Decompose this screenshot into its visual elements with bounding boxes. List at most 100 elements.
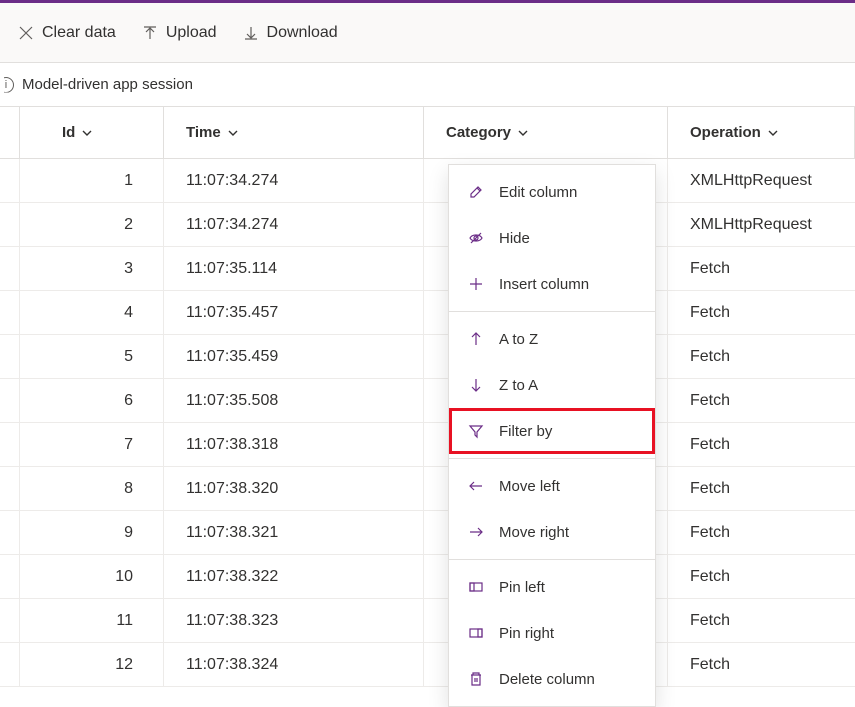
row-selector[interactable] <box>0 423 20 466</box>
cell-time: 11:07:34.274 <box>164 159 424 202</box>
cell-operation: Fetch <box>668 335 855 378</box>
arrow-down-icon <box>467 377 485 393</box>
cell-time: 11:07:38.322 <box>164 555 424 598</box>
menu-item-label: Move right <box>499 524 569 541</box>
hide-icon <box>467 230 485 246</box>
cell-id: 7 <box>20 423 164 466</box>
cell-id: 6 <box>20 379 164 422</box>
clear-data-label: Clear data <box>42 24 116 42</box>
cell-time: 11:07:38.324 <box>164 643 424 686</box>
table-row[interactable]: 1211:07:38.324 Fetch <box>0 643 855 687</box>
menu-item-insert-column[interactable]: Insert column <box>449 261 655 307</box>
menu-item-delete-column[interactable]: Delete column <box>449 656 655 702</box>
column-header-id[interactable]: Id <box>62 124 93 141</box>
menu-item-label: Delete column <box>499 671 595 688</box>
arrow-right-icon <box>467 524 485 540</box>
cell-id: 8 <box>20 467 164 510</box>
cell-time: 11:07:35.459 <box>164 335 424 378</box>
upload-label: Upload <box>166 24 217 42</box>
cell-id: 4 <box>20 291 164 334</box>
row-selector[interactable] <box>0 599 20 642</box>
table-row[interactable]: 711:07:38.318Fetch <box>0 423 855 467</box>
cell-time: 11:07:35.457 <box>164 291 424 334</box>
row-selector-header[interactable] <box>0 107 20 158</box>
grid-header-row: Id Time Category <box>0 107 855 159</box>
pin-left-icon <box>467 579 485 595</box>
menu-item-edit-column[interactable]: Edit column <box>449 169 655 215</box>
table-row[interactable]: 811:07:38.320Fetch <box>0 467 855 511</box>
cell-id: 3 <box>20 247 164 290</box>
filter-icon <box>467 423 485 439</box>
menu-item-move-left[interactable]: Move left <box>449 463 655 509</box>
grid-body: 111:07:34.274 XMLHttpRequest211:07:34.274… <box>0 159 855 687</box>
menu-item-label: Move left <box>499 478 560 495</box>
edit-icon <box>467 184 485 200</box>
cell-id: 10 <box>20 555 164 598</box>
download-icon <box>243 25 259 41</box>
clear-data-button[interactable]: Clear data <box>18 24 116 42</box>
cell-time: 11:07:38.318 <box>164 423 424 466</box>
menu-item-sort-desc[interactable]: Z to A <box>449 362 655 408</box>
plus-icon <box>467 276 485 292</box>
cell-operation: Fetch <box>668 599 855 642</box>
cell-operation: Fetch <box>668 511 855 554</box>
cell-time: 11:07:38.323 <box>164 599 424 642</box>
cell-operation: Fetch <box>668 247 855 290</box>
column-header-time-label: Time <box>186 124 221 141</box>
table-row[interactable]: 1111:07:38.323 Fetch <box>0 599 855 643</box>
menu-item-label: Z to A <box>499 377 538 394</box>
chevron-down-icon <box>227 127 239 139</box>
row-selector[interactable] <box>0 379 20 422</box>
cell-operation: XMLHttpRequest <box>668 203 855 246</box>
column-header-time[interactable]: Time <box>186 124 239 141</box>
upload-button[interactable]: Upload <box>142 24 217 42</box>
row-selector[interactable] <box>0 291 20 334</box>
column-header-id-label: Id <box>62 124 75 141</box>
cell-id: 1 <box>20 159 164 202</box>
download-label: Download <box>267 24 338 42</box>
pin-right-icon <box>467 625 485 641</box>
close-icon <box>18 25 34 41</box>
table-row[interactable]: 1011:07:38.322Fetch <box>0 555 855 599</box>
row-selector[interactable] <box>0 335 20 378</box>
table-row[interactable]: 511:07:35.459Fetch <box>0 335 855 379</box>
menu-item-label: A to Z <box>499 331 538 348</box>
trash-icon <box>467 671 485 687</box>
table-row[interactable]: 311:07:35.114Fetch <box>0 247 855 291</box>
cell-operation: Fetch <box>668 643 855 686</box>
table-row[interactable]: 111:07:34.274 XMLHttpRequest <box>0 159 855 203</box>
menu-item-label: Hide <box>499 230 530 247</box>
menu-item-label: Pin right <box>499 625 554 642</box>
table-row[interactable]: 611:07:35.508 Fetch <box>0 379 855 423</box>
data-grid: Id Time Category <box>0 107 855 687</box>
menu-item-move-right[interactable]: Move right <box>449 509 655 555</box>
row-selector[interactable] <box>0 555 20 598</box>
table-row[interactable]: 211:07:34.274XMLHttpRequest <box>0 203 855 247</box>
arrow-up-icon <box>467 331 485 347</box>
download-button[interactable]: Download <box>243 24 338 42</box>
cell-time: 11:07:35.508 <box>164 379 424 422</box>
cell-operation: Fetch <box>668 379 855 422</box>
cell-id: 12 <box>20 643 164 686</box>
breadcrumb: i Model-driven app session <box>0 63 855 107</box>
menu-item-sort-asc[interactable]: A to Z <box>449 316 655 362</box>
table-row[interactable]: 411:07:35.457Fetch <box>0 291 855 335</box>
menu-item-filter-by[interactable]: Filter by <box>449 408 655 454</box>
row-selector[interactable] <box>0 467 20 510</box>
row-selector[interactable] <box>0 203 20 246</box>
cell-id: 11 <box>20 599 164 642</box>
menu-item-pin-right[interactable]: Pin right <box>449 610 655 656</box>
column-header-operation[interactable]: Operation <box>690 124 779 141</box>
row-selector[interactable] <box>0 159 20 202</box>
cell-operation: XMLHttpRequest <box>668 159 855 202</box>
column-header-category[interactable]: Category <box>446 124 529 141</box>
row-selector[interactable] <box>0 247 20 290</box>
cell-operation: Fetch <box>668 467 855 510</box>
row-selector[interactable] <box>0 643 20 686</box>
menu-item-hide-column[interactable]: Hide <box>449 215 655 261</box>
row-selector[interactable] <box>0 511 20 554</box>
chevron-down-icon <box>517 127 529 139</box>
table-row[interactable]: 911:07:38.321Fetch <box>0 511 855 555</box>
menu-item-pin-left[interactable]: Pin left <box>449 564 655 610</box>
column-context-menu: Edit column Hide Insert column A to Z Z to A… <box>448 164 656 707</box>
